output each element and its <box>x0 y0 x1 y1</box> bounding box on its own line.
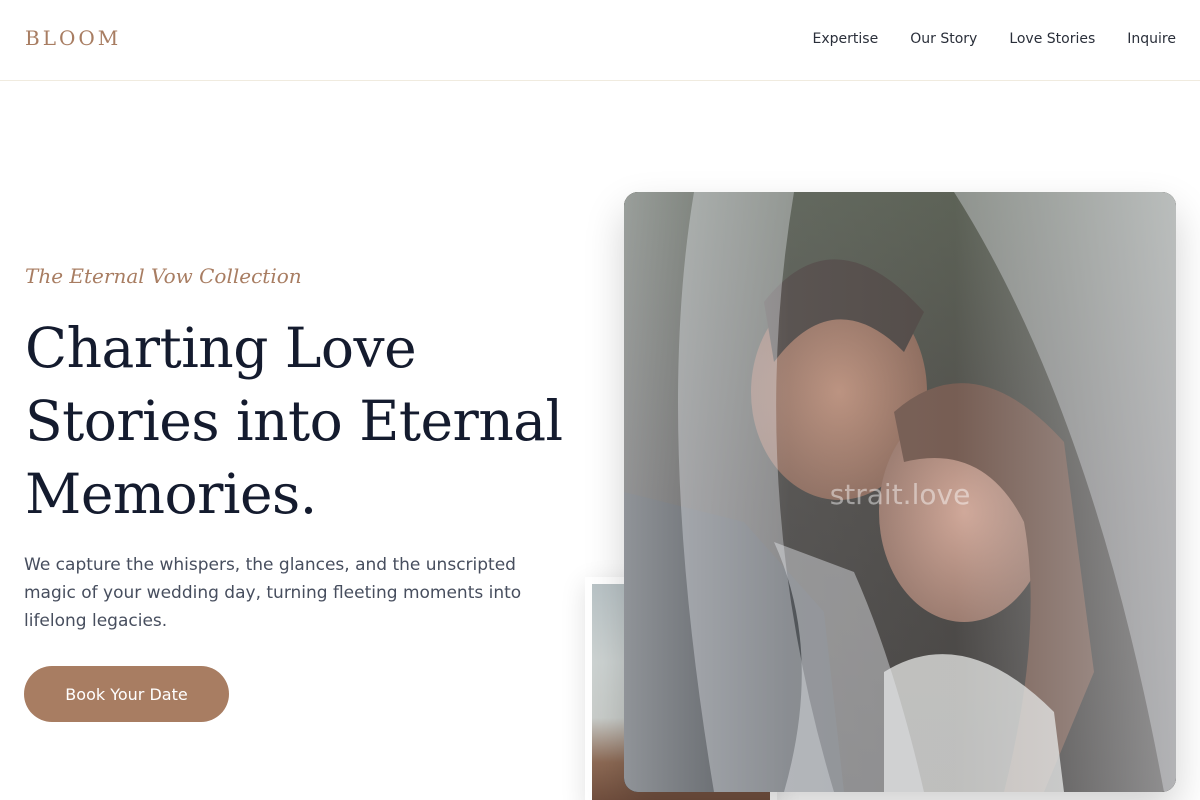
nav-link-our-story[interactable]: Our Story <box>910 31 977 47</box>
book-date-button[interactable]: Book Your Date <box>24 666 229 722</box>
main-nav: Expertise Our Story Love Stories Inquire <box>813 31 1176 47</box>
site-header: BLOOM Expertise Our Story Love Stories I… <box>0 0 1200 81</box>
logo[interactable]: BLOOM <box>25 26 121 50</box>
nav-link-inquire[interactable]: Inquire <box>1127 31 1176 47</box>
photo-watermark: strait.love <box>829 478 971 511</box>
headline-line: Memories. <box>25 462 317 526</box>
nav-link-expertise[interactable]: Expertise <box>813 31 879 47</box>
nav-link-love-stories[interactable]: Love Stories <box>1009 31 1095 47</box>
hero-headline: Charting Love Stories into Eternal Memor… <box>25 312 595 531</box>
headline-line: Charting Love <box>25 316 417 380</box>
hero-description: We capture the whispers, the glances, an… <box>24 555 522 631</box>
headline-line: Stories into Eternal <box>25 389 563 453</box>
hero-photo: strait.love <box>624 192 1176 792</box>
hero-eyebrow: The Eternal Vow Collection <box>25 264 302 288</box>
